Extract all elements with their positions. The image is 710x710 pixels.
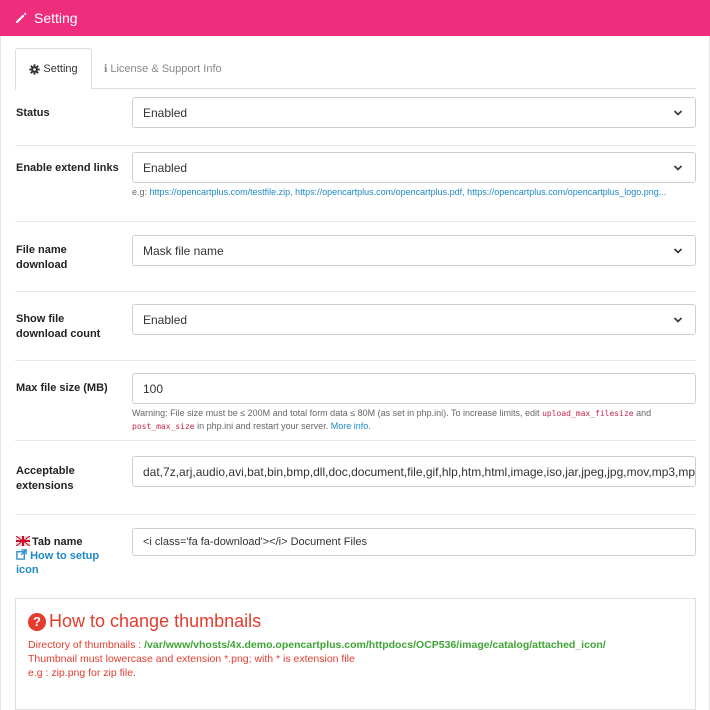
tab-setting[interactable]: Setting (15, 48, 92, 90)
download-count-label: Show file download count (16, 313, 101, 340)
file-name-select[interactable]: Mask file name (132, 235, 696, 266)
status-label: Status (16, 107, 50, 119)
chevron-down-icon (673, 110, 683, 116)
extensions-input[interactable] (132, 456, 696, 487)
status-row: Status Enabled (15, 89, 696, 146)
tab-license-support[interactable]: i License & Support Info (104, 48, 222, 89)
chevron-down-icon (673, 165, 683, 171)
question-circle-icon: ? (28, 612, 46, 631)
chevron-down-icon (673, 317, 683, 323)
file-name-value: Mask file name (143, 243, 224, 258)
extend-links-label: Enable extend links (16, 162, 119, 174)
example-links: https://opencartplus.com/testfile.zip, h… (149, 187, 667, 197)
gear-icon (29, 63, 41, 75)
warning-text: Warning: File size must be ≤ 200M and to… (132, 408, 543, 418)
more-info-link[interactable]: More info. (331, 421, 371, 431)
directory-label: Directory of thumbnails : (28, 639, 145, 651)
help-prefix: e.g: (132, 187, 150, 197)
tab-license-label: License & Support Info (110, 62, 222, 75)
page-header: Setting (0, 0, 710, 36)
tab-name-label: Tab name (32, 536, 83, 548)
status-select[interactable]: Enabled (132, 97, 696, 128)
file-name-row: File name download Mask file name (15, 222, 696, 292)
post-max-size-code: post_max_size (132, 422, 195, 431)
max-size-input[interactable] (132, 373, 696, 404)
extend-links-help: e.g: https://opencartplus.com/testfile.z… (132, 186, 696, 199)
download-count-select[interactable]: Enabled (132, 304, 696, 335)
extensions-row: Acceptable extensions (15, 441, 696, 515)
page-title: Setting (34, 10, 78, 26)
directory-path: /var/www/vhosts/4x.demo.opencartplus.com… (144, 639, 606, 651)
tab-setting-label: Setting (43, 63, 78, 75)
extend-links-row: Enable extend links Enabled e.g: https:/… (15, 146, 696, 222)
tab-name-label-block: Tab name How to setup icon (15, 535, 112, 577)
settings-panel: Setting i License & Support Info Status … (0, 36, 710, 710)
max-size-help: Warning: File size must be ≤ 200M and to… (132, 407, 696, 433)
max-size-row: Max file size (MB) Warning: File size mu… (15, 361, 696, 441)
warning-text-and: and (633, 408, 652, 418)
upload-max-filesize-code: upload_max_filesize (542, 409, 634, 418)
download-count-row: Show file download count Enabled (15, 292, 696, 361)
flag-icon (15, 535, 31, 547)
thumbnails-help-box: ? How to change thumbnails Directory of … (15, 598, 696, 710)
download-count-value: Enabled (143, 312, 188, 327)
extend-links-select[interactable]: Enabled (132, 152, 696, 183)
how-to-setup-icon-link[interactable]: How to setup icon (16, 550, 99, 576)
file-name-label: File name download (16, 244, 68, 271)
thumbnail-example: e.g : zip.png for zip file. (28, 667, 136, 679)
tab-name-input[interactable] (132, 528, 696, 556)
extend-links-value: Enabled (143, 160, 188, 175)
info-icon: i (104, 61, 108, 75)
external-link-icon (16, 549, 27, 560)
tab-bar: Setting i License & Support Info (15, 48, 696, 90)
thumbnails-title-text: How to change thumbnails (49, 611, 262, 631)
extensions-label: Acceptable extensions (16, 465, 75, 492)
warning-text-end: in php.ini and restart your server. (194, 421, 331, 431)
pencil-icon (16, 12, 27, 23)
status-value: Enabled (143, 105, 188, 120)
chevron-down-icon (673, 248, 683, 254)
max-size-label: Max file size (MB) (16, 382, 108, 394)
thumbnails-info: Directory of thumbnails : /var/www/vhost… (28, 638, 683, 680)
thumbnails-title: ? How to change thumbnails (28, 611, 683, 632)
tab-name-row: Tab name How to setup icon (15, 515, 696, 598)
thumbnail-rule: Thumbnail must lowercase and extension *… (28, 653, 355, 665)
